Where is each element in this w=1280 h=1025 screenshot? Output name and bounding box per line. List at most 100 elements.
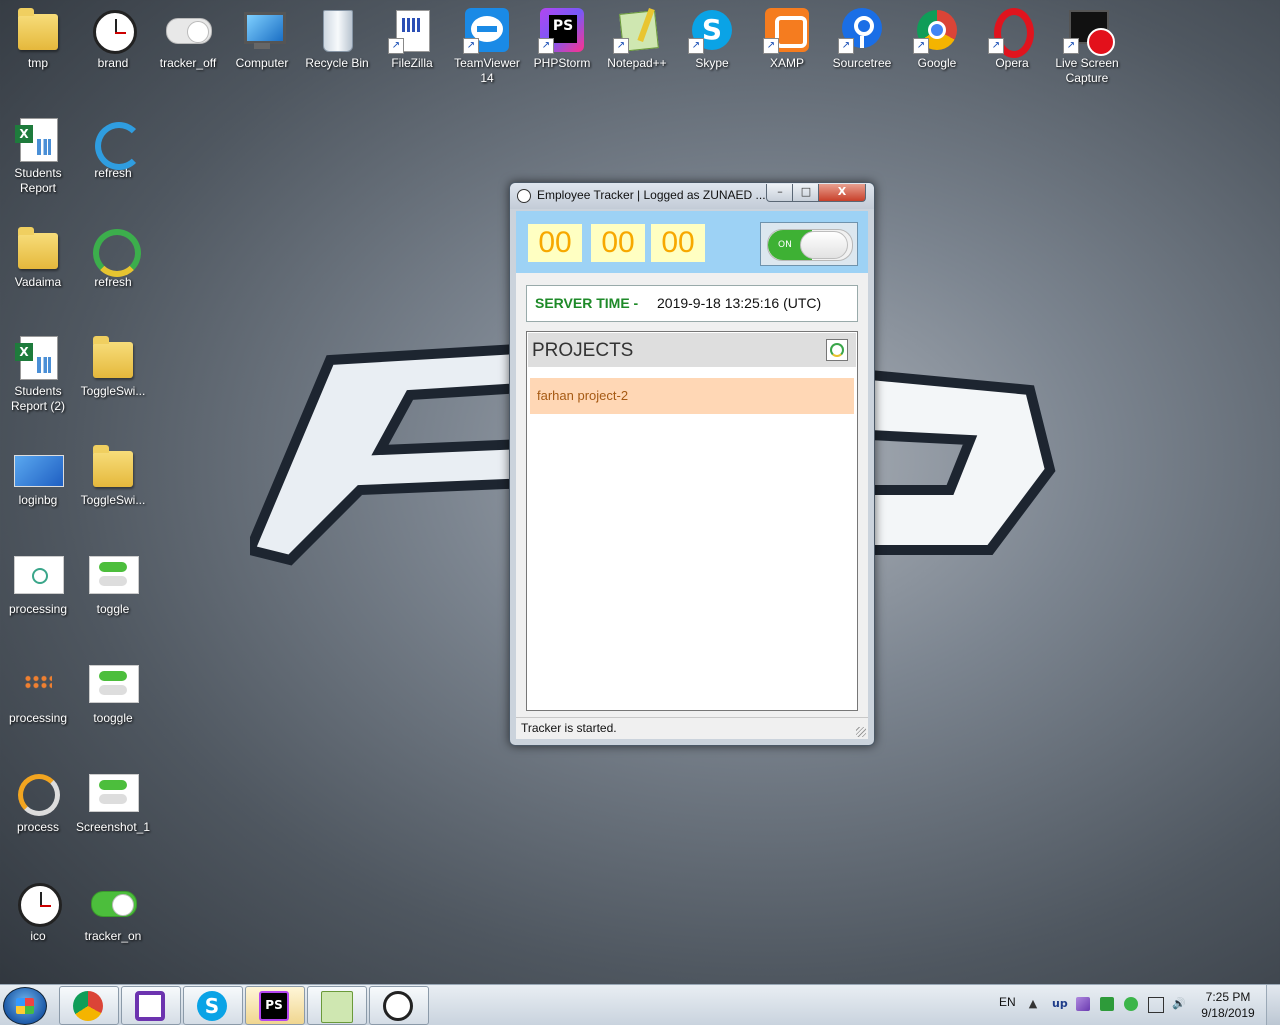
status-bar: Tracker is started. <box>516 717 868 739</box>
desktop-icon-refresh-2[interactable]: refresh <box>75 221 151 325</box>
desktop-icon-tracker-off[interactable]: tracker_off <box>150 2 226 106</box>
network-icon[interactable] <box>1148 997 1164 1013</box>
desktop-icon-label: Computer <box>235 56 289 70</box>
show-hidden-icons-icon[interactable]: ▲ <box>1026 997 1040 1011</box>
desktop-icon-live-screen-capture[interactable]: ↗ Live Screen Capture <box>1049 2 1125 106</box>
desktop-icon-notepadpp[interactable]: ↗ Notepad++ <box>599 2 675 106</box>
employee-tracker-window[interactable]: Employee Tracker | Logged as ZUNAED ... … <box>509 182 875 746</box>
shortcut-arrow-icon: ↗ <box>538 38 554 54</box>
desktop-icon-xampp[interactable]: ↗ XAMP <box>749 2 825 106</box>
taskbar-visual-studio[interactable] <box>121 986 181 1025</box>
clock-date: 9/18/2019 <box>1201 1006 1255 1020</box>
desktop-icon-loginbg[interactable]: loginbg <box>0 439 76 543</box>
desktop-icon-label: Google <box>917 56 957 70</box>
desktop-icon-label: process <box>16 820 60 834</box>
clock-icon <box>93 10 137 54</box>
minimize-button[interactable]: – <box>766 184 794 202</box>
toggle-on-icon <box>91 891 137 917</box>
desktop-icon-label: PHPStorm <box>533 56 591 70</box>
close-button[interactable]: X <box>818 184 866 202</box>
desktop-icon-refresh[interactable]: refresh <box>75 112 151 216</box>
volume-icon[interactable]: 🔊 <box>1172 997 1186 1011</box>
timer-seconds: 00 <box>651 224 705 262</box>
desktop-icon-label: Live Screen Capture <box>1055 56 1119 85</box>
shortcut-arrow-icon: ↗ <box>838 38 854 54</box>
taskbar-notepadpp[interactable] <box>307 986 367 1025</box>
resize-grip-icon[interactable] <box>856 727 866 737</box>
taskbar-skype[interactable]: S <box>183 986 243 1025</box>
taskbar-clock[interactable]: 7:25 PM 9/18/2019 <box>1196 989 1260 1021</box>
desktop-icon-label: processing <box>8 711 68 725</box>
toggle-off-icon <box>166 18 212 44</box>
desktop-icon-brand[interactable]: brand <box>75 2 151 106</box>
server-time-label: SERVER TIME - <box>535 295 639 311</box>
taskbar: S PS EN ▲ up 🔊 7:25 PM 9/18/2019 <box>0 984 1280 1025</box>
shortcut-arrow-icon: ↗ <box>688 38 704 54</box>
desktop-icon-label: Sourcetree <box>832 56 892 70</box>
taskbar-phpstorm[interactable]: PS <box>245 986 305 1025</box>
desktop-icon-google[interactable]: ↗ Google <box>899 2 975 106</box>
phpstorm-icon: PS <box>259 991 289 1021</box>
computer-icon <box>244 12 286 44</box>
desktop-icon-computer[interactable]: Computer <box>224 2 300 106</box>
timer-hours: 00 <box>528 224 582 262</box>
project-item[interactable]: farhan project-2 <box>530 378 854 414</box>
desktop-icon-sourcetree[interactable]: ↗ Sourcetree <box>824 2 900 106</box>
taskbar-employee-tracker[interactable] <box>369 986 429 1025</box>
desktop-icon-toggleswi-zip[interactable]: ToggleSwi... <box>75 330 151 434</box>
shortcut-arrow-icon: ↗ <box>1063 38 1079 54</box>
language-indicator[interactable]: EN <box>999 995 1016 1009</box>
desktop-icon-teamviewer[interactable]: ↗ TeamViewer 14 <box>449 2 525 106</box>
desktop-icon-toggleswi-folder[interactable]: ToggleSwi... <box>75 439 151 543</box>
check-shield-icon[interactable] <box>1124 997 1138 1011</box>
feather-icon[interactable] <box>1076 997 1090 1011</box>
desktop-icon-label: ico <box>30 929 46 943</box>
windows-logo-icon <box>16 998 34 1014</box>
desktop-icon-tooggle[interactable]: tooggle <box>75 657 151 761</box>
desktop-icon-process[interactable]: process <box>0 766 76 870</box>
desktop-icon-label: processing <box>8 602 68 616</box>
maximize-button[interactable]: □ <box>792 184 820 202</box>
desktop-icon-toggle[interactable]: toggle <box>75 548 151 652</box>
upwork-icon[interactable]: up <box>1052 997 1068 1011</box>
desktop-icon-processing[interactable]: processing <box>0 548 76 652</box>
excel-icon <box>15 336 58 380</box>
shortcut-arrow-icon: ↗ <box>613 38 629 54</box>
show-desktop-button[interactable] <box>1266 985 1280 1025</box>
tracker-toggle[interactable]: ON <box>760 222 858 266</box>
desktop-icon-screenshot-1[interactable]: Screenshot_1 <box>75 766 151 870</box>
desktop-icon-processing-2[interactable]: processing <box>0 657 76 761</box>
desktop-icon-opera[interactable]: ↗ Opera <box>974 2 1050 106</box>
desktop-icon-label: tooggle <box>93 711 133 725</box>
desktop-icon-label: Vadaima <box>14 275 62 289</box>
desktop-icon-tmp[interactable]: tmp <box>0 2 76 106</box>
start-button[interactable] <box>3 987 47 1025</box>
refresh-icon <box>93 229 141 277</box>
window-client: 00 00 00 ON SERVER TIME - 2019-9-18 13:2… <box>516 211 868 739</box>
taskbar-chrome[interactable] <box>59 986 119 1025</box>
window-titlebar[interactable]: Employee Tracker | Logged as ZUNAED ... … <box>510 183 874 209</box>
desktop-icon-vadaima[interactable]: Vadaima <box>0 221 76 325</box>
desktop-icon-label: ToggleSwi... <box>80 384 146 398</box>
clock-icon <box>18 883 62 927</box>
folder-icon <box>93 445 133 487</box>
desktop-icon-phpstorm[interactable]: PS ↗ PHPStorm <box>524 2 600 106</box>
zip-folder-icon <box>93 336 133 378</box>
desktop-icon-label: tmp <box>27 56 48 70</box>
desktop-icon-label: Opera <box>995 56 1029 70</box>
desktop-icon-filezilla[interactable]: ↗ FileZilla <box>374 2 450 106</box>
desktop-icon-recycle-bin[interactable]: Recycle Bin <box>299 2 375 106</box>
desktop-icon-label: tracker_off <box>159 56 217 70</box>
visual-studio-icon <box>135 991 165 1021</box>
sync-icon[interactable] <box>1100 997 1114 1011</box>
desktop-icon-students-report-2[interactable]: Students Report (2) <box>0 330 76 434</box>
desktop-icon-ico[interactable]: ico <box>0 875 76 979</box>
timer-minutes: 00 <box>591 224 645 262</box>
desktop-icon-skype[interactable]: S ↗ Skype <box>674 2 750 106</box>
refresh-projects-icon[interactable] <box>826 339 848 361</box>
desktop-icon-students-report[interactable]: Students Report <box>0 112 76 216</box>
clock-icon <box>383 991 413 1021</box>
chrome-icon <box>73 991 103 1021</box>
shortcut-arrow-icon: ↗ <box>988 38 1004 54</box>
desktop-icon-tracker-on[interactable]: tracker_on <box>75 875 151 979</box>
